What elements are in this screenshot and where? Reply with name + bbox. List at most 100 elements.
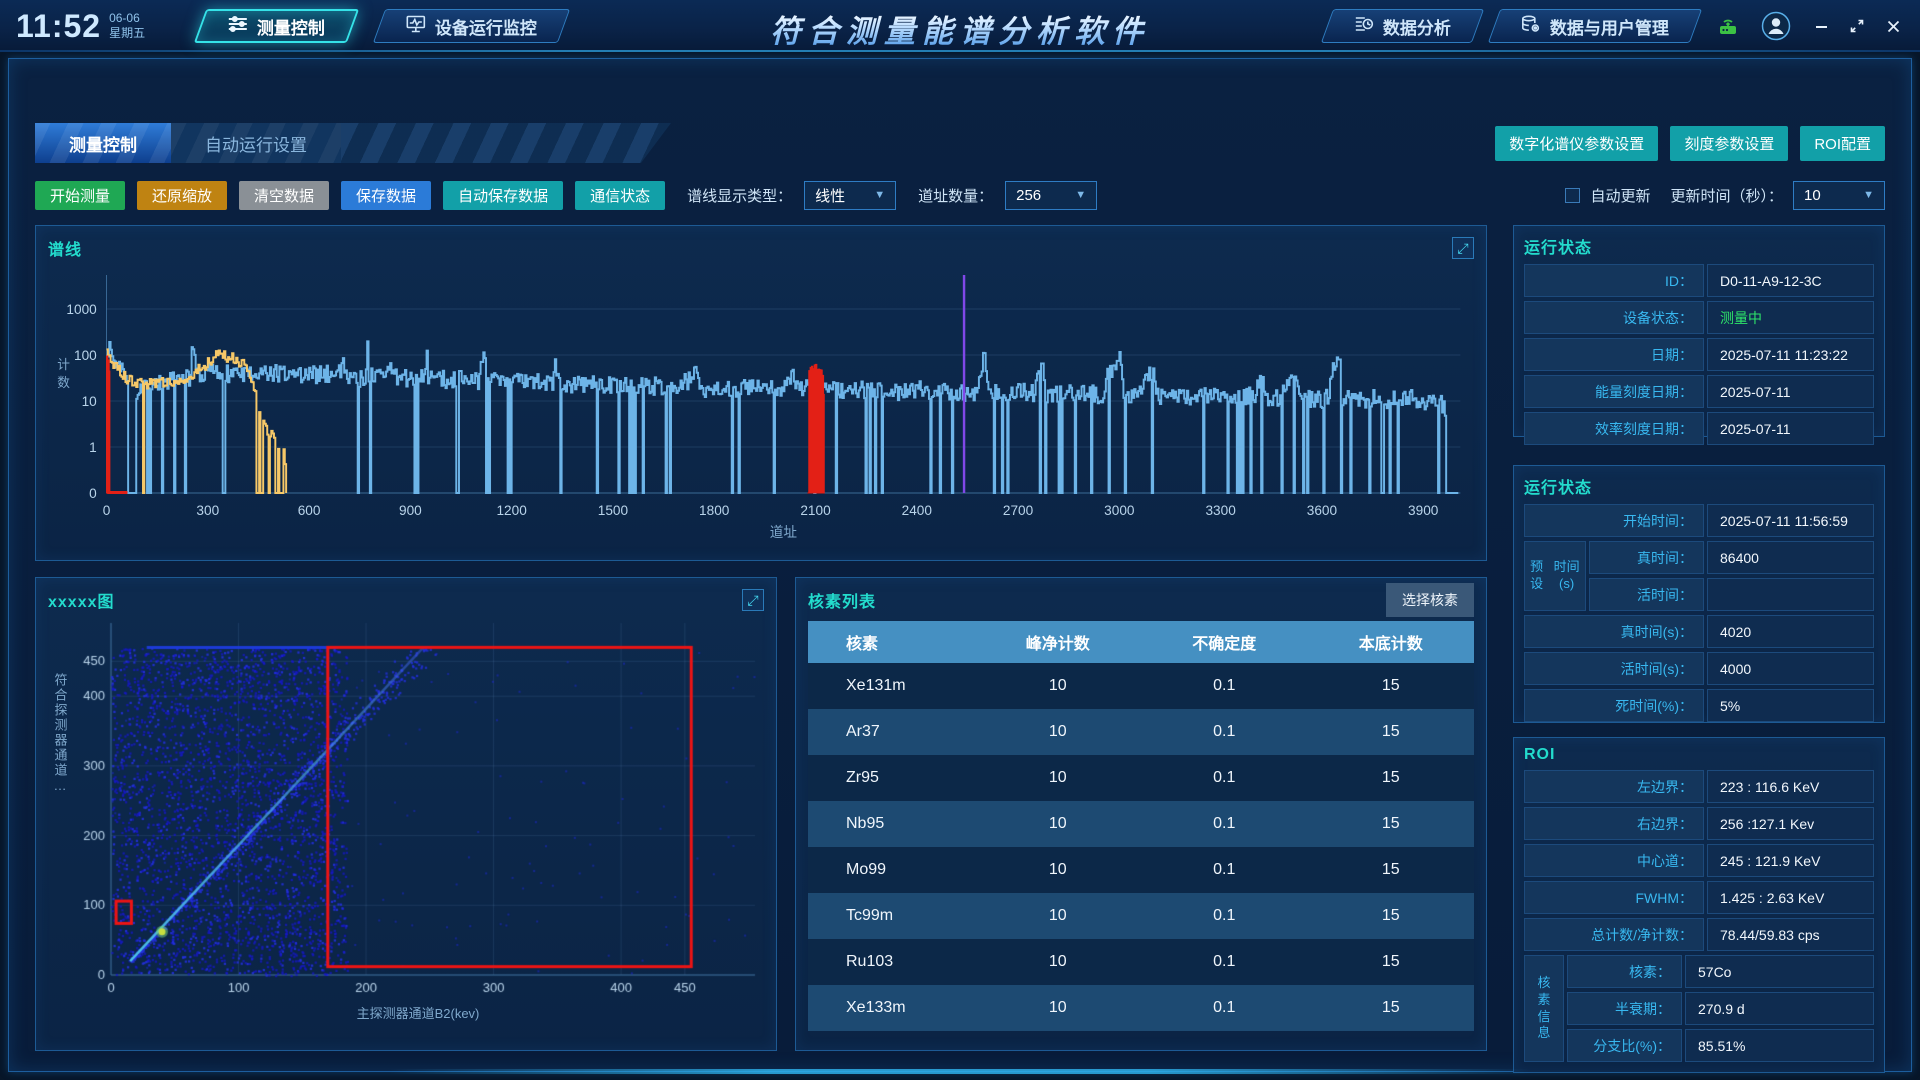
expand-icon[interactable]: ⤢ <box>1452 237 1474 259</box>
digitizer-params-button[interactable]: 数字化谱仪参数设置 <box>1495 126 1658 161</box>
nuclide-table-header: 核素峰净计数不确定度本底计数 <box>808 621 1474 663</box>
row-label: 半衰期： <box>1567 992 1682 1025</box>
status-row: 日期：2025-07-11 11:23:22 <box>1524 338 1874 371</box>
row-label: 中心道： <box>1524 844 1704 877</box>
table-row[interactable]: Nb95100.115 <box>808 801 1474 847</box>
status-row: 活时间： <box>1589 578 1874 611</box>
column-header: 峰净计数 <box>975 630 1142 654</box>
main-nav: 测量控制 设备运行监控 <box>200 9 564 43</box>
panel-title: 运行状态 <box>1524 234 1874 258</box>
spectrum-panel-title: 谱线 <box>48 236 82 260</box>
tab-measure-control[interactable]: 测量控制 <box>35 123 171 163</box>
row-value: 245 : 121.9 KeV <box>1707 844 1874 877</box>
table-row[interactable]: Zr95100.115 <box>808 755 1474 801</box>
clock: 11:52 06-06 星期五 <box>0 8 200 45</box>
toolbar-button-1[interactable]: 还原缩放 <box>137 181 227 210</box>
row-label: 分支比(%)： <box>1567 1029 1682 1062</box>
nav-label: 数据分析 <box>1383 14 1451 39</box>
svg-text:2400: 2400 <box>902 502 933 518</box>
preset-time-label: 预设时间(s) <box>1524 541 1586 611</box>
display-type-select[interactable]: 线性▼ <box>804 181 896 210</box>
chevron-down-icon: ▼ <box>1075 189 1086 201</box>
select-nuclide-button[interactable]: 选择核素 <box>1386 583 1474 617</box>
maximize-button[interactable] <box>1844 13 1870 39</box>
nav-measure-control[interactable]: 测量控制 <box>194 9 359 43</box>
row-value: 2025-07-11 <box>1707 375 1874 408</box>
status-row: 开始时间：2025-07-11 11:56:59 <box>1524 504 1874 537</box>
table-cell: 10 <box>975 907 1142 925</box>
preset-time-group: 预设时间(s)真时间：86400 活时间： <box>1524 541 1874 611</box>
coincidence-scatter-chart[interactable] <box>73 613 763 1003</box>
row-value: 4020 <box>1707 615 1874 648</box>
table-row[interactable]: Ar37100.115 <box>808 709 1474 755</box>
run-status-panel-1: 运行状态 ID：D0-11-A9-12-3C设备状态：测量中日期：2025-07… <box>1513 225 1885 437</box>
svg-text:600: 600 <box>298 502 321 518</box>
table-cell: Ru103 <box>808 953 975 971</box>
monitor-icon <box>406 15 426 38</box>
table-cell: 15 <box>1308 953 1475 971</box>
nuclide-panel-title: 核素列表 <box>808 588 876 612</box>
status-row: 左边界：223 : 116.6 KeV <box>1524 770 1874 803</box>
run-status-panel-2: 运行状态 开始时间：2025-07-11 11:56:59预设时间(s)真时间：… <box>1513 465 1885 723</box>
toolbar-button-4[interactable]: 自动保存数据 <box>443 181 563 210</box>
toolbar: 开始测量还原缩放清空数据保存数据自动保存数据通信状态 谱线显示类型： 线性▼ 道… <box>35 179 1885 211</box>
roi-panel: ROI 左边界：223 : 116.6 KeV右边界：256 :127.1 Ke… <box>1513 737 1885 1073</box>
nuclide-info-group: 核素信息核素：57Co半衰期：270.9 d分支比(%)：85.51% <box>1524 955 1874 1062</box>
toolbar-button-0[interactable]: 开始测量 <box>35 181 125 210</box>
row-label: 真时间： <box>1589 541 1704 574</box>
table-cell: 0.1 <box>1141 999 1308 1017</box>
nav-data-user-management[interactable]: 数据与用户管理 <box>1488 9 1702 43</box>
scatter-y-axis-label: 符合探测器通道… <box>48 613 72 1041</box>
row-label: 能量刻度日期： <box>1524 375 1704 408</box>
table-row[interactable]: Xe133m100.115 <box>808 985 1474 1031</box>
tab-filler-stripes <box>341 123 671 163</box>
update-interval-select[interactable]: 10▼ <box>1793 181 1885 210</box>
table-cell: 0.1 <box>1141 953 1308 971</box>
svg-text:数: 数 <box>57 375 70 390</box>
column-header: 本底计数 <box>1308 630 1475 654</box>
channel-count-select[interactable]: 256▼ <box>1005 181 1097 210</box>
user-avatar[interactable] <box>1760 10 1792 42</box>
status-row: 右边界：256 :127.1 Kev <box>1524 807 1874 840</box>
row-label: ID： <box>1524 264 1704 297</box>
calibration-params-button[interactable]: 刻度参数设置 <box>1670 126 1788 161</box>
table-row[interactable]: Xe131m100.115 <box>808 663 1474 709</box>
table-cell: 0.1 <box>1141 723 1308 741</box>
nav-label: 设备运行监控 <box>435 14 537 39</box>
table-cell: 10 <box>975 953 1142 971</box>
nav-device-monitor[interactable]: 设备运行监控 <box>373 9 570 43</box>
topbar: 11:52 06-06 星期五 测量控制 <box>0 0 1920 52</box>
row-value: 4000 <box>1707 652 1874 685</box>
report-clock-icon <box>1354 15 1374 38</box>
table-cell: 10 <box>975 769 1142 787</box>
toolbar-button-5[interactable]: 通信状态 <box>575 181 665 210</box>
spectrum-chart[interactable]: 0110100100003006009001200150018002100240… <box>48 261 1474 551</box>
toolbar-button-2[interactable]: 清空数据 <box>239 181 329 210</box>
row-value: 256 :127.1 Kev <box>1707 807 1874 840</box>
table-row[interactable]: Mo99100.115 <box>808 847 1474 893</box>
page-tabs: 测量控制 自动运行设置 数字化谱仪参数设置 刻度参数设置 ROI配置 <box>35 123 1885 163</box>
nav-label: 数据与用户管理 <box>1550 14 1669 39</box>
table-row[interactable]: Tc99m100.115 <box>808 893 1474 939</box>
row-value <box>1707 578 1874 611</box>
row-label: 左边界： <box>1524 770 1704 803</box>
spectrum-panel: 谱线 ⤢ 01101001000030060090012001500180021… <box>35 225 1487 561</box>
minimize-button[interactable] <box>1808 13 1834 39</box>
network-device-icon[interactable] <box>1712 10 1744 42</box>
roi-config-button[interactable]: ROI配置 <box>1800 126 1885 161</box>
table-cell: Mo99 <box>808 861 975 879</box>
row-value: 2025-07-11 <box>1707 412 1874 445</box>
nav-data-analysis[interactable]: 数据分析 <box>1321 9 1484 43</box>
table-row[interactable]: Ru103100.115 <box>808 939 1474 985</box>
nuclide-list-panel: 核素列表 选择核素 核素峰净计数不确定度本底计数 Xe131m100.115Ar… <box>795 577 1487 1051</box>
toolbar-button-3[interactable]: 保存数据 <box>341 181 431 210</box>
close-button[interactable] <box>1880 13 1906 39</box>
status-row: 真时间：86400 <box>1589 541 1874 574</box>
table-cell: 0.1 <box>1141 861 1308 879</box>
expand-icon[interactable]: ⤢ <box>742 589 764 611</box>
tab-auto-run-settings[interactable]: 自动运行设置 <box>171 123 341 163</box>
status-row: 能量刻度日期：2025-07-11 <box>1524 375 1874 408</box>
svg-text:1000: 1000 <box>66 301 97 317</box>
auto-update-checkbox[interactable] <box>1565 188 1580 203</box>
row-label: 日期： <box>1524 338 1704 371</box>
